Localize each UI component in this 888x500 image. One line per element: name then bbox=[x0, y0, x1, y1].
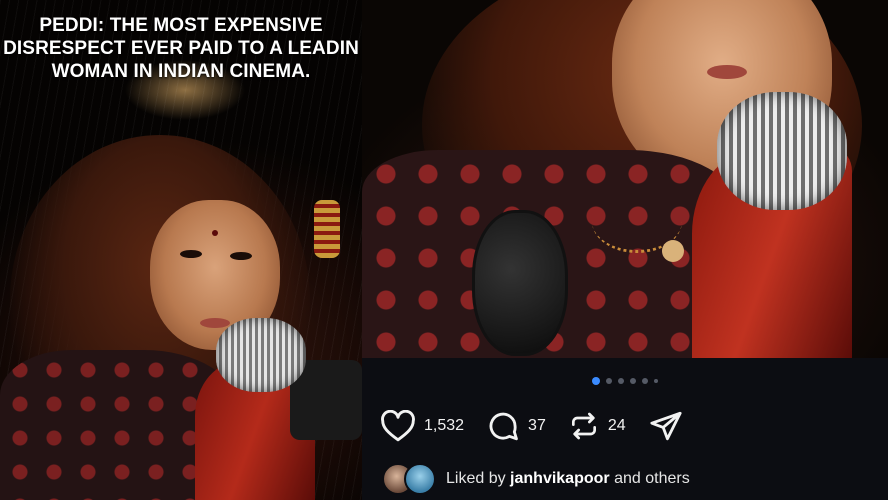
carousel-dot[interactable] bbox=[642, 378, 648, 384]
send-icon bbox=[650, 411, 682, 441]
liked-by-username[interactable]: janhvikapoor bbox=[510, 470, 610, 487]
carousel-dot[interactable] bbox=[654, 379, 658, 383]
comment-bubble-icon bbox=[489, 412, 518, 441]
carousel-dot[interactable] bbox=[606, 378, 612, 384]
comment-count: 37 bbox=[528, 417, 546, 434]
post-photo[interactable] bbox=[362, 0, 888, 358]
repost-count: 24 bbox=[607, 417, 626, 434]
sunglasses bbox=[472, 210, 568, 356]
liked-by-text: Liked by janhvikapoor and others bbox=[446, 470, 690, 488]
repost-button[interactable]: 24 bbox=[568, 410, 626, 442]
pendant bbox=[662, 240, 684, 262]
avatar[interactable] bbox=[404, 463, 436, 495]
bindi bbox=[212, 230, 218, 236]
carousel-indicator[interactable] bbox=[362, 377, 888, 385]
microphone bbox=[717, 92, 847, 210]
eye bbox=[230, 252, 252, 260]
heart-icon bbox=[381, 410, 415, 442]
bangle bbox=[314, 200, 340, 258]
share-button[interactable] bbox=[648, 409, 684, 443]
microphone bbox=[216, 318, 306, 392]
instagram-post: 1,532 37 24 Liked by janhvikapoor and ot… bbox=[362, 0, 888, 500]
liked-by-row[interactable]: Liked by janhvikapoor and others bbox=[382, 463, 690, 495]
eye bbox=[180, 250, 202, 258]
repost-icon bbox=[571, 412, 596, 440]
poster-image-left: PEDDI: THE MOST EXPENSIVE DISRESPECT EVE… bbox=[0, 0, 362, 500]
lips bbox=[707, 65, 747, 79]
post-actions-bar: 1,532 37 24 bbox=[380, 408, 706, 444]
carousel-dot-active[interactable] bbox=[592, 377, 600, 385]
like-count: 1,532 bbox=[424, 417, 465, 434]
poster-headline: PEDDI: THE MOST EXPENSIVE DISRESPECT EVE… bbox=[3, 15, 359, 82]
carousel-dot[interactable] bbox=[630, 378, 636, 384]
like-button[interactable]: 1,532 bbox=[380, 410, 464, 442]
lips bbox=[200, 318, 230, 328]
comment-button[interactable]: 37 bbox=[486, 409, 546, 443]
liked-by-prefix: Liked by bbox=[446, 470, 506, 487]
liked-by-suffix[interactable]: and others bbox=[614, 470, 690, 487]
carousel-dot[interactable] bbox=[618, 378, 624, 384]
